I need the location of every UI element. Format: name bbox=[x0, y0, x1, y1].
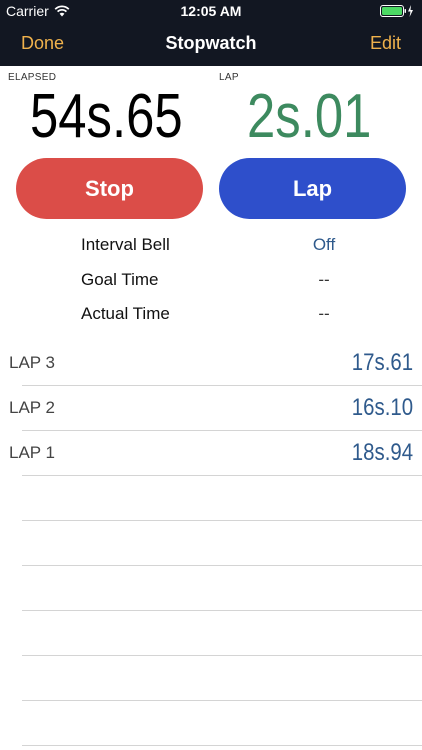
setting-goal-time[interactable]: Goal Time -- bbox=[0, 265, 422, 295]
lap-label: LAP bbox=[219, 72, 239, 83]
row-divider bbox=[22, 610, 422, 611]
setting-label: Actual Time bbox=[81, 304, 170, 323]
lap-list-item: LAP 1 18s.94 bbox=[0, 431, 422, 476]
row-divider bbox=[22, 745, 422, 746]
status-time: 12:05 AM bbox=[180, 3, 242, 19]
status-bar: Carrier 12:05 AM bbox=[0, 0, 422, 22]
lap-split-time: 18s.94 bbox=[351, 439, 413, 466]
row-divider bbox=[22, 565, 422, 566]
lap-name: LAP 2 bbox=[9, 398, 56, 417]
lap-time: 2s.01 bbox=[247, 82, 372, 151]
lap-name: LAP 1 bbox=[9, 443, 56, 462]
setting-value: -- bbox=[318, 270, 330, 289]
setting-label: Goal Time bbox=[81, 270, 159, 289]
setting-interval-bell[interactable]: Interval Bell Off bbox=[0, 230, 422, 260]
lap-button[interactable]: Lap bbox=[219, 158, 406, 219]
row-divider bbox=[22, 520, 422, 521]
row-divider bbox=[22, 700, 422, 701]
lap-list-item: LAP 3 17s.61 bbox=[0, 341, 422, 386]
battery-charging-icon bbox=[380, 5, 413, 17]
row-divider bbox=[22, 655, 422, 656]
lap-split-time: 17s.61 bbox=[351, 349, 413, 376]
setting-value[interactable]: Off bbox=[230, 235, 418, 255]
page-title: Stopwatch bbox=[165, 33, 257, 53]
lap-split-time: 16s.10 bbox=[351, 394, 413, 421]
setting-label: Interval Bell bbox=[81, 235, 170, 254]
setting-actual-time: Actual Time -- bbox=[0, 299, 422, 329]
lap-list-item: LAP 2 16s.10 bbox=[0, 386, 422, 431]
setting-value: -- bbox=[318, 304, 330, 323]
lap-name: LAP 3 bbox=[9, 353, 56, 372]
elapsed-time: 54s.65 bbox=[30, 82, 183, 151]
stop-button[interactable]: Stop bbox=[16, 158, 203, 219]
row-divider bbox=[22, 475, 422, 476]
navigation-bar: Done Stopwatch Edit bbox=[0, 22, 422, 66]
edit-button[interactable]: Edit bbox=[370, 33, 401, 54]
